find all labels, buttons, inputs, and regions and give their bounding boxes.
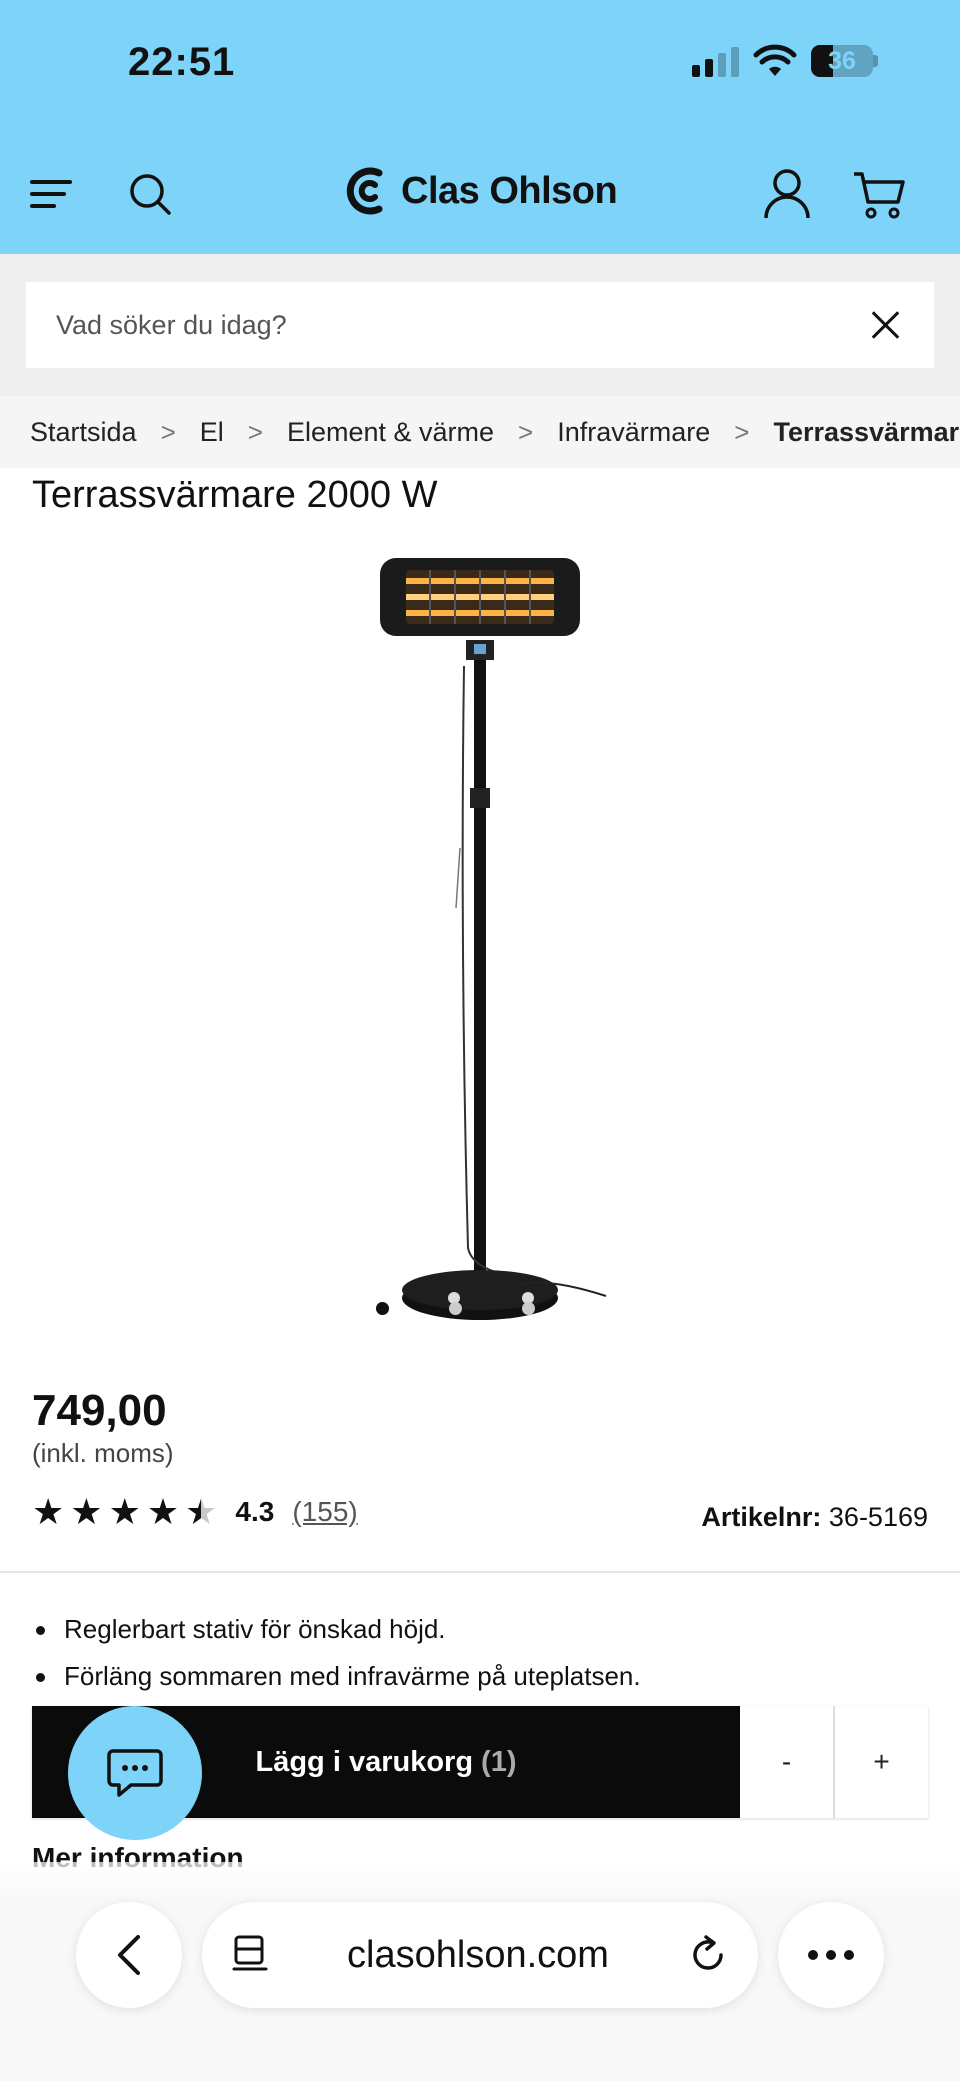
image-carousel-dots [376,1298,536,1318]
article-label: Artikelnr: [701,1502,822,1532]
search-box[interactable] [26,282,934,368]
cart-count: (1) [481,1745,517,1778]
increase-quantity-button[interactable]: + [835,1706,928,1818]
star-icon: ★ [108,1491,141,1532]
star-icon: ★ [146,1491,180,1532]
carousel-dot[interactable] [522,1301,535,1315]
carousel-dot[interactable] [449,1301,462,1315]
search-area [0,254,960,396]
search-input[interactable] [56,309,868,341]
battery-cap [873,55,878,67]
more-options-button[interactable] [778,1902,884,2008]
reader-mode-icon[interactable] [232,1935,268,1975]
chat-bubble-icon [107,1749,163,1797]
browser-toolbar: clasohlson.com [0,1862,960,2081]
cellular-signal-icon [692,45,739,77]
breadcrumb-item-el[interactable]: El [200,417,224,448]
product-title: Terrassvärmare 2000 W [32,474,438,516]
breadcrumb-item-element-varme[interactable]: Element & värme [287,417,494,448]
review-count-link[interactable]: (155) [292,1496,357,1528]
cart-icon[interactable] [852,170,906,220]
product-price: 749,00 [32,1386,167,1435]
battery-level: 36 [828,47,856,75]
breadcrumb-item-current: Terrassvärmare [773,416,960,447]
divider [0,1571,960,1573]
status-time: 22:51 [128,40,236,84]
add-to-cart-label: Lägg i varukorg [255,1745,474,1778]
chevron-right-icon: > [518,416,534,447]
product-rating: ★ ★ ★ ★ ★ 4.3 (155) [32,1494,358,1530]
site-header: 22:51 36 Clas Ohlson [0,0,960,254]
menu-icon[interactable] [30,178,72,210]
breadcrumb: Startsida > El > Element & värme > Infra… [0,396,960,468]
close-icon[interactable] [868,307,904,343]
url-text[interactable]: clasohlson.com [347,1934,609,1977]
chevron-right-icon: > [160,416,176,447]
chevron-right-icon: > [734,416,750,447]
feature-item: Förläng sommaren med infravärme på utepl… [32,1653,641,1700]
chevron-left-icon [118,1935,140,1975]
carousel-dot[interactable] [376,1301,389,1315]
decrease-quantity-button[interactable]: - [740,1706,833,1818]
back-button[interactable] [76,1902,182,2008]
wifi-icon [753,44,797,76]
star-rating: ★ ★ ★ ★ ★ [32,1494,217,1530]
feature-list: Reglerbart stativ för önskad höjd. Förlä… [32,1606,641,1700]
article-number: Artikelnr: 36-5169 [701,1502,928,1533]
chat-button[interactable] [68,1706,202,1840]
status-icons: 36 [692,44,878,78]
address-bar[interactable]: clasohlson.com [202,1902,758,2008]
reload-icon[interactable] [688,1935,728,1975]
chevron-right-icon: > [247,416,263,447]
product-image[interactable] [360,548,620,1338]
star-icon: ★ [185,1491,218,1532]
more-dots-icon [808,1950,854,1960]
battery-icon: 36 [811,45,873,77]
breadcrumb-item-infravarmare[interactable]: Infravärmare [557,417,710,448]
clas-ohlson-logo[interactable]: Clas Ohlson [345,163,618,219]
feature-item: Reglerbart stativ för önskad höjd. [32,1606,641,1653]
star-icon: ★ [70,1491,103,1532]
logo-mark-icon [346,167,383,215]
logo-text: Clas Ohlson [401,169,618,212]
star-icon: ★ [32,1491,65,1532]
search-icon[interactable] [128,172,172,216]
vat-note: (inkl. moms) [32,1438,174,1468]
breadcrumb-item-startsida[interactable]: Startsida [30,417,137,448]
user-icon[interactable] [762,168,812,220]
rating-value: 4.3 [235,1496,275,1527]
article-value: 36-5169 [828,1502,928,1532]
